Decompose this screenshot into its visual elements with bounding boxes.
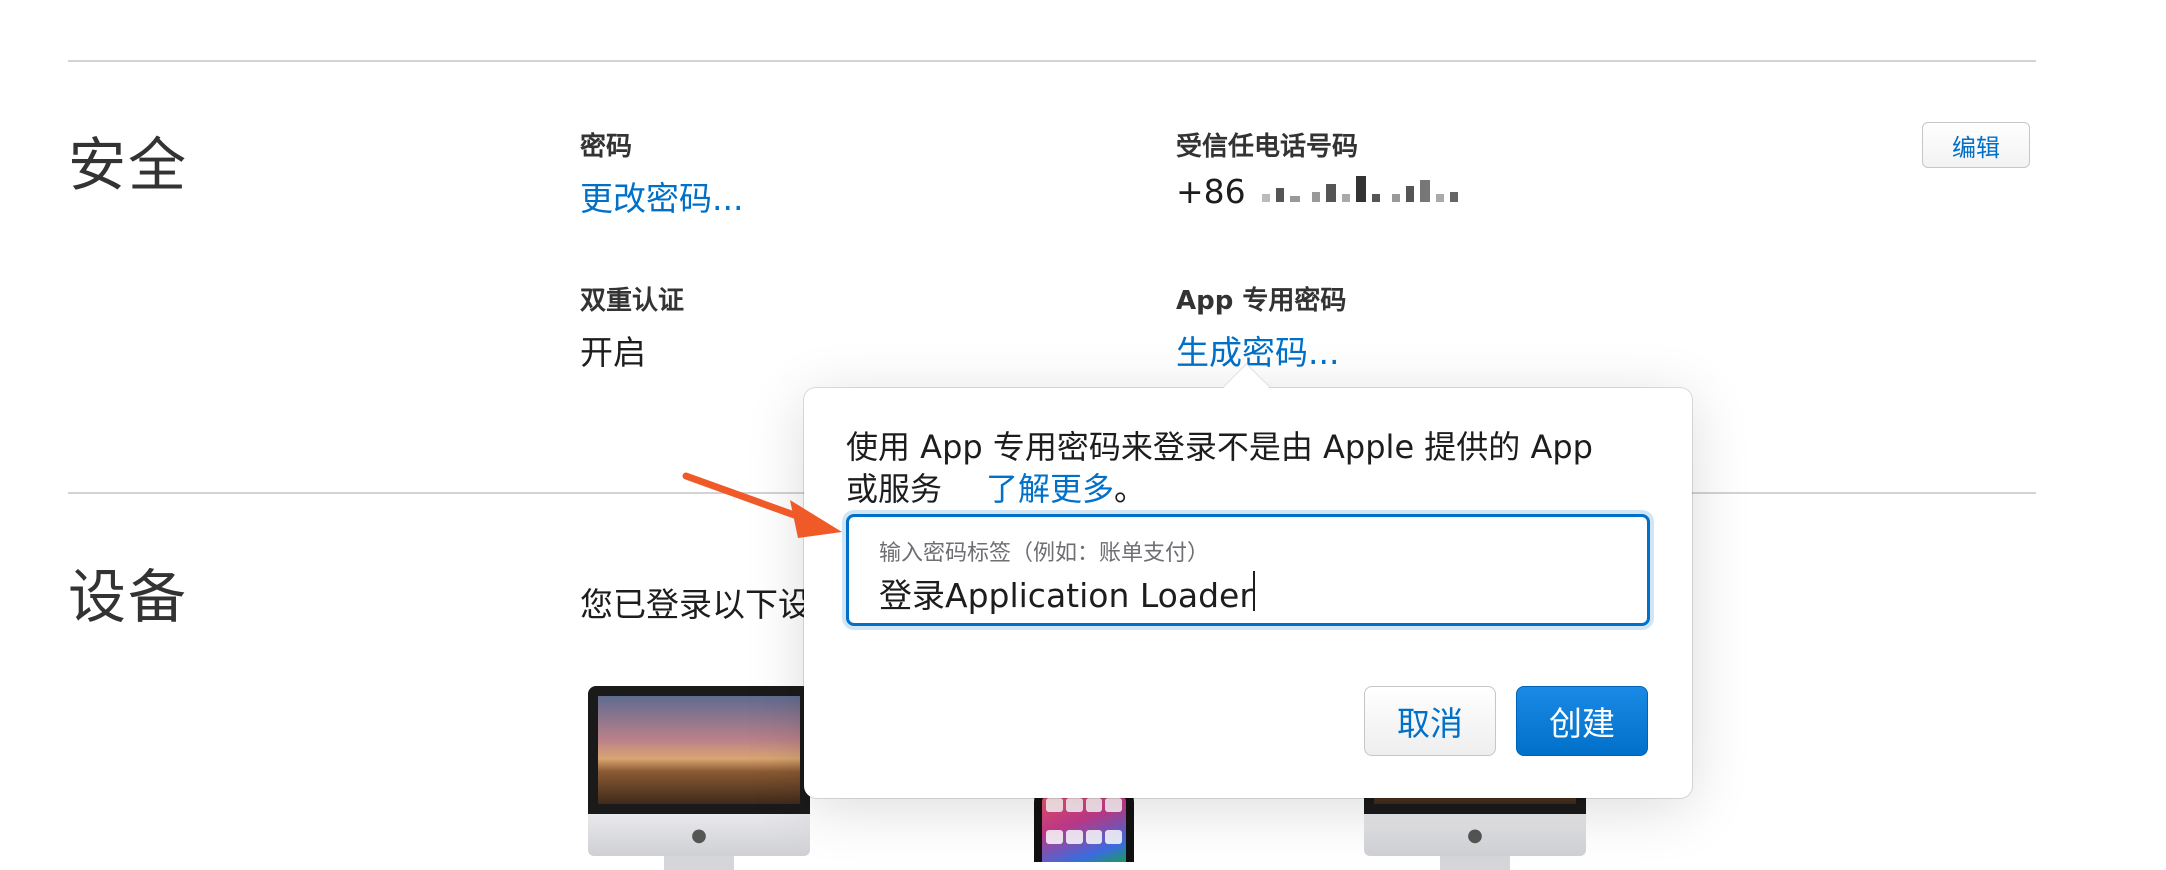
trusted-phone-prefix: +86 xyxy=(1176,172,1246,211)
learn-more-wrapper: 了解更多。 xyxy=(986,468,1146,510)
popover-description-line2: 或服务 xyxy=(846,470,943,508)
cancel-button[interactable]: 取消 xyxy=(1364,686,1496,756)
top-divider xyxy=(68,60,2036,62)
popover-description-text: 使用 App 专用密码来登录不是由 Apple 提供的 App xyxy=(846,428,1593,466)
password-label: 密码 xyxy=(580,132,633,162)
devices-intro-text: 您已登录以下设 xyxy=(580,585,811,624)
two-factor-label: 双重认证 xyxy=(580,286,685,316)
trusted-phone-label: 受信任电话号码 xyxy=(1176,132,1359,162)
create-button[interactable]: 创建 xyxy=(1516,686,1648,756)
edit-security-button[interactable]: 编辑 xyxy=(1922,122,2030,168)
password-label-input[interactable]: 输入密码标签（例如：账单支付） 登录Application Loader xyxy=(846,514,1650,626)
apple-logo-icon: ● xyxy=(1364,814,1586,856)
popover-description: 使用 App 专用密码来登录不是由 Apple 提供的 App 或服务 xyxy=(846,426,1666,510)
red-arrow-icon xyxy=(682,472,842,538)
password-label-input-placeholder: 输入密码标签（例如：账单支付） xyxy=(879,541,1210,566)
apple-logo-icon: ● xyxy=(588,814,810,856)
change-password-link[interactable]: 更改密码... xyxy=(580,172,743,220)
text-caret xyxy=(1253,571,1255,611)
learn-more-suffix: 。 xyxy=(1114,470,1147,508)
security-section-title: 安全 xyxy=(68,131,189,199)
password-label-input-value: 登录Application Loader xyxy=(879,576,1253,615)
redacted-phone-number xyxy=(1262,176,1458,202)
app-password-label: App 专用密码 xyxy=(1176,286,1347,316)
learn-more-link[interactable]: 了解更多 xyxy=(986,470,1114,508)
generate-password-link[interactable]: 生成密码... xyxy=(1176,326,1339,374)
devices-section-title: 设备 xyxy=(68,563,189,631)
device-imac-1[interactable]: ● xyxy=(588,686,810,870)
two-factor-status: 开启 xyxy=(580,333,646,372)
